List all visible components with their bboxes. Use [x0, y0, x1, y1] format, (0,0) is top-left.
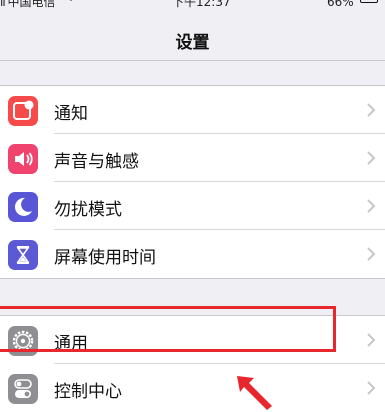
- wifi-icon: [64, 0, 78, 4]
- chevron-right-icon: [367, 333, 376, 347]
- notifications-icon: [8, 96, 38, 126]
- row-label: 勿扰模式: [54, 200, 122, 220]
- sounds-icon: [8, 144, 38, 174]
- status-bar: ıl 中国电信 下午12:37 66%: [0, 0, 385, 14]
- row-label: 声音与触感: [54, 152, 139, 172]
- chevron-right-icon: [367, 199, 376, 213]
- pointer-arrow-icon: [237, 376, 272, 410]
- nav-divider: [0, 60, 385, 61]
- control-center-toggles-icon: [8, 374, 38, 404]
- status-time: 下午12:37: [172, 0, 231, 9]
- row-label: 通知: [54, 104, 88, 124]
- battery-percentage: 66%: [327, 0, 354, 9]
- chevron-right-icon: [367, 151, 376, 165]
- settings-row-do-not-disturb[interactable]: 勿扰模式: [0, 182, 385, 230]
- settings-row-notifications[interactable]: 通知: [0, 86, 385, 134]
- chevron-right-icon: [367, 247, 376, 261]
- row-label: 控制中心: [54, 382, 122, 402]
- carrier: ıl 中国电信: [0, 0, 56, 8]
- carrier-name: 中国电信: [7, 0, 56, 9]
- highlight-annotation-box: [0, 306, 336, 352]
- do-not-disturb-moon-icon: [8, 192, 38, 222]
- chevron-right-icon: [367, 381, 376, 395]
- screen-time-hourglass-icon: [8, 240, 38, 270]
- settings-row-screen-time[interactable]: 屏幕使用时间: [0, 230, 385, 278]
- settings-row-control-center[interactable]: 控制中心: [0, 364, 385, 412]
- settings-group-notifications: 通知 声音与触感 勿扰模式 屏幕使用时间: [0, 85, 385, 279]
- row-label: 屏幕使用时间: [54, 248, 156, 268]
- chevron-right-icon: [367, 103, 376, 117]
- settings-row-sounds[interactable]: 声音与触感: [0, 134, 385, 182]
- page-title: 设置: [175, 33, 210, 53]
- battery-icon: [360, 0, 378, 3]
